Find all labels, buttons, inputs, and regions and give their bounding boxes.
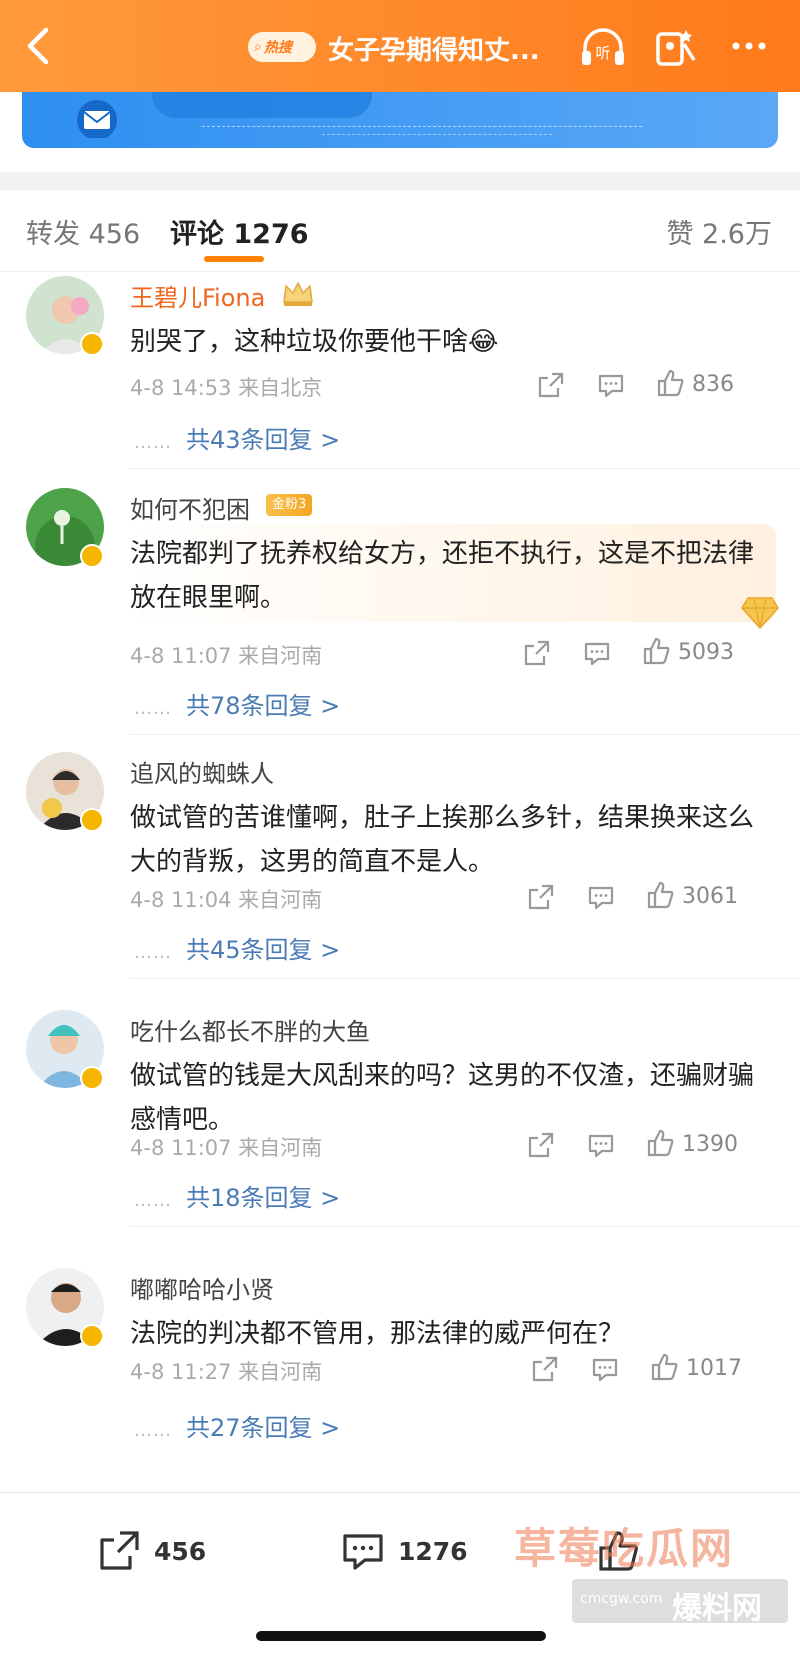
banner-decoration (152, 92, 372, 118)
comment-icon[interactable] (586, 1130, 616, 1160)
like-icon[interactable] (646, 880, 676, 910)
verified-badge-icon (80, 544, 104, 568)
username[interactable]: 嘟嘟哈哈小贤 (130, 1270, 274, 1305)
comment-meta: 4-8 11:07 来自河南 (130, 1136, 323, 1160)
domain-watermark: cmcgw.com 爆料网 (572, 1579, 788, 1626)
svg-text:听: 听 (595, 44, 610, 62)
page-title[interactable]: 女子孕期得知丈... (328, 30, 540, 67)
comment-tabs: 转发 456 评论 1276 赞 2.6万 (0, 190, 800, 272)
share-icon[interactable] (522, 638, 552, 668)
share-icon[interactable] (526, 882, 556, 912)
comment-icon[interactable] (590, 1354, 620, 1384)
like-icon[interactable] (642, 636, 672, 666)
view-replies-link[interactable]: …… 共18条回复 > (134, 1178, 340, 1213)
repost-count: 456 (154, 1536, 207, 1566)
site-watermark: 草莓吃瓜网 (514, 1524, 735, 1573)
banner-fine-print (202, 126, 642, 130)
comment-icon[interactable] (582, 638, 612, 668)
bottom-action-bar: 456 1276 草莓吃瓜网 cmcgw.com 爆料网 (0, 1492, 800, 1656)
gem-icon (740, 594, 780, 630)
comment-text: 做试管的苦谁懂啊，肚子上挨那么多针，结果换来这么大的背叛，这男的简直不是人。 (130, 803, 755, 877)
banner-fine-print-2 (322, 134, 552, 138)
verified-badge-icon (80, 1066, 104, 1090)
comment-meta: 4-8 14:53 来自北京 (130, 376, 323, 400)
username[interactable]: 如何不犯困 (130, 490, 250, 525)
view-replies-link[interactable]: …… 共78条回复 > (134, 686, 340, 721)
like-count: 836 (692, 372, 734, 397)
tab-repost[interactable]: 转发 456 (26, 212, 140, 251)
comment-meta: 4-8 11:27 来自河南 (130, 1360, 323, 1384)
verified-badge-icon (80, 808, 104, 832)
mail-icon (72, 98, 122, 140)
verified-badge-icon (80, 1324, 104, 1348)
like-count: 1017 (686, 1356, 742, 1381)
repost-icon (100, 1531, 139, 1570)
more-icon[interactable] (724, 24, 774, 70)
active-tab-indicator (204, 256, 264, 262)
view-replies-link[interactable]: …… 共27条回复 > (134, 1408, 340, 1443)
promo-banner[interactable] (22, 92, 778, 148)
comment-count: 1276 (398, 1536, 468, 1566)
crown-icon (280, 278, 316, 308)
username[interactable]: 吃什么都长不胖的大鱼 (130, 1012, 370, 1047)
comment-icon[interactable] (596, 370, 626, 400)
view-replies-link[interactable]: …… 共43条回复 > (134, 420, 340, 455)
like-icon[interactable] (646, 1128, 676, 1158)
comment-button[interactable]: 1276 (340, 1527, 468, 1575)
comment-divider (130, 468, 800, 469)
share-icon[interactable] (536, 370, 566, 400)
comment-text: 别哭了，这种垃圾你要他干啥😂 (130, 327, 499, 357)
comment-meta: 4-8 11:04 来自河南 (130, 888, 323, 912)
comment-divider (130, 978, 800, 979)
comment-icon (343, 1534, 383, 1570)
red-packet-icon[interactable] (650, 24, 700, 70)
post-banner (0, 92, 800, 168)
username[interactable]: 王碧儿Fiona (130, 278, 265, 313)
tab-like[interactable]: 赞 2.6万 (666, 212, 772, 251)
hot-search-badge[interactable]: ⌕ 热搜 (248, 32, 316, 62)
comment-icon[interactable] (586, 882, 616, 912)
like-count: 1390 (682, 1132, 738, 1157)
comment-divider (130, 1226, 800, 1227)
repost-button[interactable]: 456 (96, 1527, 206, 1575)
home-indicator[interactable] (256, 1631, 546, 1641)
username[interactable]: 追风的蜘蛛人 (130, 754, 274, 789)
share-icon[interactable] (530, 1354, 560, 1384)
like-count: 3061 (682, 884, 738, 909)
view-replies-link[interactable]: …… 共45条回复 > (134, 930, 340, 965)
comment-text: 法院都判了抚养权给女方，还拒不执行，这是不把法律放在眼里啊。 (130, 539, 755, 613)
tab-comment[interactable]: 评论 1276 (170, 212, 309, 251)
top-nav-bar: ⌕ 热搜 女子孕期得知丈... 听 (0, 0, 800, 92)
like-icon[interactable] (656, 368, 686, 398)
like-icon[interactable] (650, 1352, 680, 1382)
back-icon[interactable] (18, 22, 62, 70)
search-icon: ⌕ (254, 39, 262, 55)
verified-badge-icon (80, 332, 104, 356)
share-icon[interactable] (526, 1130, 556, 1160)
section-divider (0, 172, 800, 190)
like-count: 5093 (678, 640, 734, 665)
comment-meta: 4-8 11:07 来自河南 (130, 644, 323, 668)
comment-text: 法院的判决都不管用，那法律的威严何在？ (130, 1319, 625, 1349)
fan-level-badge: 金粉3 (266, 494, 313, 516)
comment-divider (130, 734, 800, 735)
headphones-icon[interactable]: 听 (578, 24, 628, 70)
